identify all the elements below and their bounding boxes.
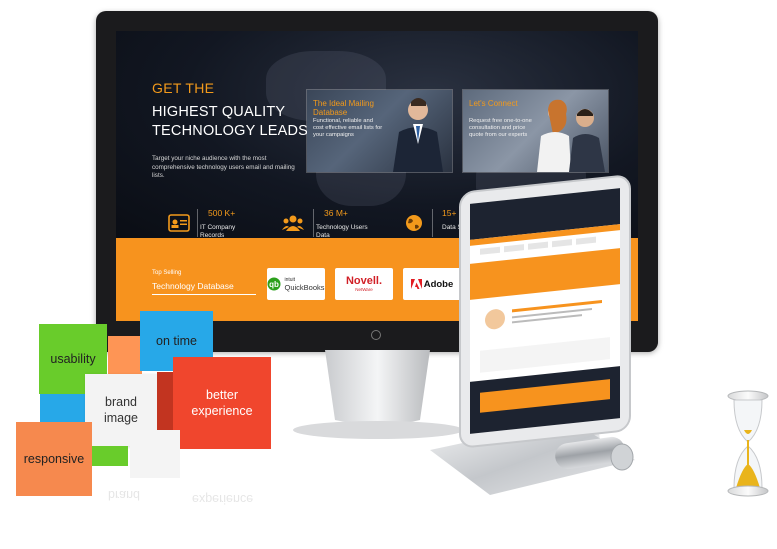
block-brand-line-1: brand	[105, 395, 137, 409]
adobe-icon	[410, 278, 422, 289]
businessman-photo	[393, 98, 443, 172]
white-block-small	[130, 430, 180, 478]
block-usability-label: usability	[50, 352, 96, 366]
card-lets-connect[interactable]: Let's Connect Request free one-to-one co…	[462, 89, 609, 173]
hero-headline: HIGHEST QUALITY TECHNOLOGY LEADS	[152, 103, 332, 141]
power-button-icon	[371, 330, 381, 340]
stat-divider	[197, 209, 198, 237]
brand-reflection: brand	[108, 488, 140, 502]
hero-subtext: Target your niche audience with the most…	[152, 155, 295, 179]
block-brand-line-2: image	[103, 411, 139, 425]
top-selling-caption: Top Selling	[152, 270, 182, 276]
database-select[interactable]: Technology Database	[152, 278, 256, 295]
block-better-experience: better experience	[173, 357, 271, 449]
experience-reflection: experience	[192, 492, 254, 506]
users-icon	[282, 215, 304, 231]
logo-main-text: Novell.	[345, 275, 383, 287]
headline-line-2: TECHNOLOGY LEADS	[152, 123, 309, 139]
block-responsive-label: responsive	[23, 452, 85, 466]
novell-logo[interactable]: Novell. NetWare	[335, 268, 393, 300]
green-block-small	[92, 446, 128, 466]
card-body: Request free one-to-one consultation and…	[469, 118, 532, 138]
stat-value: 500 K+	[208, 208, 236, 218]
globe-icon	[406, 215, 422, 231]
logo-main-text: QuickBooks	[284, 283, 325, 292]
card-body: Functional, reliable and cost effective …	[313, 118, 383, 138]
quickbooks-icon: qb	[267, 277, 281, 291]
stat-divider	[432, 209, 433, 237]
block-better-line-2: experience	[191, 404, 253, 418]
card-ideal-database[interactable]: The Ideal Mailing Database Functional, r…	[306, 89, 453, 173]
block-better-line-1: better	[206, 388, 238, 402]
card-title: The Ideal Mailing Database	[313, 99, 374, 117]
blue-block-small	[40, 394, 85, 422]
block-responsive: responsive	[16, 422, 92, 496]
id-card-icon	[168, 214, 190, 232]
headline-line-1: HIGHEST QUALITY	[152, 104, 286, 120]
stat-divider	[313, 209, 314, 237]
quickbooks-logo[interactable]: qb intuit QuickBooks	[267, 268, 325, 300]
hourglass-icon	[727, 390, 769, 497]
logo-small-text: NetWare	[355, 287, 373, 292]
svg-text:qb: qb	[270, 280, 280, 289]
hero-kicker: GET THE	[152, 80, 215, 96]
tablet-device	[459, 175, 631, 448]
block-on-time-label: on time	[156, 334, 197, 348]
card-title: Let's Connect	[469, 99, 518, 108]
stat-value: 36 M+	[324, 208, 348, 218]
consultants-photo	[537, 99, 605, 172]
